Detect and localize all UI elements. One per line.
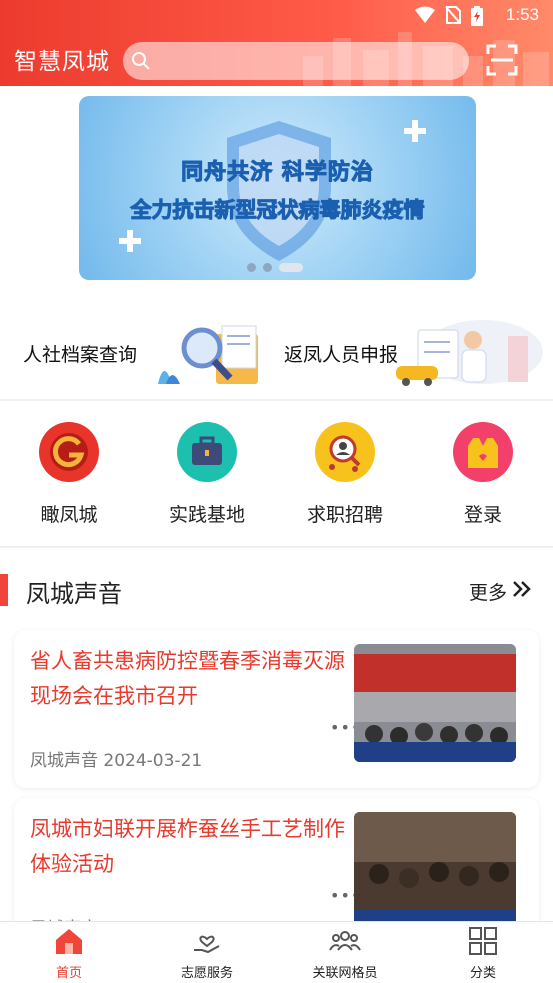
health-declaration-illustration	[396, 320, 543, 386]
carousel-dot[interactable]	[247, 263, 256, 272]
section-divider	[0, 399, 553, 401]
service-return-declaration[interactable]: 返凤人员申报	[276, 316, 553, 388]
promo-banner[interactable]: 同舟共济 科学防治 全力抗击新型冠状病毒肺炎疫情	[79, 96, 476, 280]
banner-headline: 同舟共济 科学防治	[181, 160, 374, 186]
job-search-icon	[315, 422, 375, 482]
app-header: 1:53 智慧凤城	[0, 0, 553, 86]
tab-grid-members[interactable]: 关联网格员	[276, 926, 414, 981]
service-archive-query[interactable]: 人社档案查询	[0, 316, 276, 388]
status-bar: 1:53	[0, 0, 553, 32]
scan-button[interactable]	[485, 43, 519, 77]
briefcase-icon	[177, 422, 237, 482]
section-divider	[0, 546, 553, 548]
carousel-dot-active[interactable]	[279, 263, 303, 272]
news-title: 凤城市妇联开展柞蚕丝手工艺制作体验活动	[30, 817, 345, 876]
tab-label: 关联网格员	[312, 966, 378, 981]
tab-label: 志愿服务	[180, 966, 233, 981]
grid-item-practice-base[interactable]: 实践基地	[138, 422, 276, 532]
hand-heart-icon	[192, 935, 222, 960]
double-chevron-right-icon	[511, 580, 531, 603]
grid-item-label: 瞰凤城	[40, 504, 98, 526]
news-meta: 凤城声音 2024-03-21	[30, 751, 203, 771]
tab-volunteer[interactable]: 志愿服务	[138, 926, 276, 981]
more-label: 更多	[468, 582, 507, 604]
section-accent-bar	[0, 574, 8, 606]
bottom-tab-bar: 首页 志愿服务 关联网格员 分类	[0, 921, 553, 983]
tab-categories[interactable]: 分类	[414, 926, 552, 981]
service-label: 人社档案查询	[23, 344, 138, 366]
tab-label: 首页	[55, 966, 82, 981]
status-time: 1:53	[505, 5, 539, 24]
no-sim-icon	[445, 6, 461, 30]
search-input[interactable]	[123, 42, 469, 80]
service-label: 返凤人员申报	[284, 344, 399, 366]
tab-label: 分类	[469, 966, 496, 981]
carousel-dot[interactable]	[263, 263, 272, 272]
archive-search-illustration	[158, 325, 258, 384]
news-thumbnail	[354, 644, 516, 762]
vest-icon	[453, 422, 513, 482]
grid-item-label: 求职招聘	[306, 504, 383, 526]
home-icon	[54, 929, 84, 960]
grid-item-jobs[interactable]: 求职招聘	[276, 422, 414, 532]
wifi-icon	[415, 6, 435, 30]
people-group-icon	[329, 931, 361, 960]
scan-icon	[485, 44, 519, 81]
news-card[interactable]: 省人畜共患病防控暨春季消毒灭源现场会在我市召开 ••• 凤城声音 2024-03…	[14, 630, 539, 788]
tab-home[interactable]: 首页	[0, 926, 138, 981]
battery-icon	[471, 6, 483, 30]
grid-item-label: 登录	[463, 504, 502, 526]
medical-cross-icon	[404, 120, 426, 142]
news-thumbnail	[354, 812, 516, 930]
grid-item-label: 实践基地	[168, 504, 245, 526]
grid-item-login[interactable]: 登录	[414, 422, 552, 532]
carousel-indicator	[247, 263, 303, 272]
grid-item-overview[interactable]: 瞰凤城	[0, 422, 138, 532]
more-link[interactable]: 更多	[469, 578, 531, 605]
shield-icon	[227, 121, 331, 261]
grid-icon	[468, 927, 498, 960]
banner-subheadline: 全力抗击新型冠状病毒肺炎疫情	[130, 198, 425, 223]
search-icon	[131, 51, 151, 75]
app-title: 智慧凤城	[14, 49, 110, 75]
section-title: 凤城声音	[26, 580, 122, 608]
g-logo-icon	[39, 422, 99, 482]
news-title: 省人畜共患病防控暨春季消毒灭源现场会在我市召开	[30, 649, 345, 708]
medical-cross-icon	[119, 230, 141, 252]
